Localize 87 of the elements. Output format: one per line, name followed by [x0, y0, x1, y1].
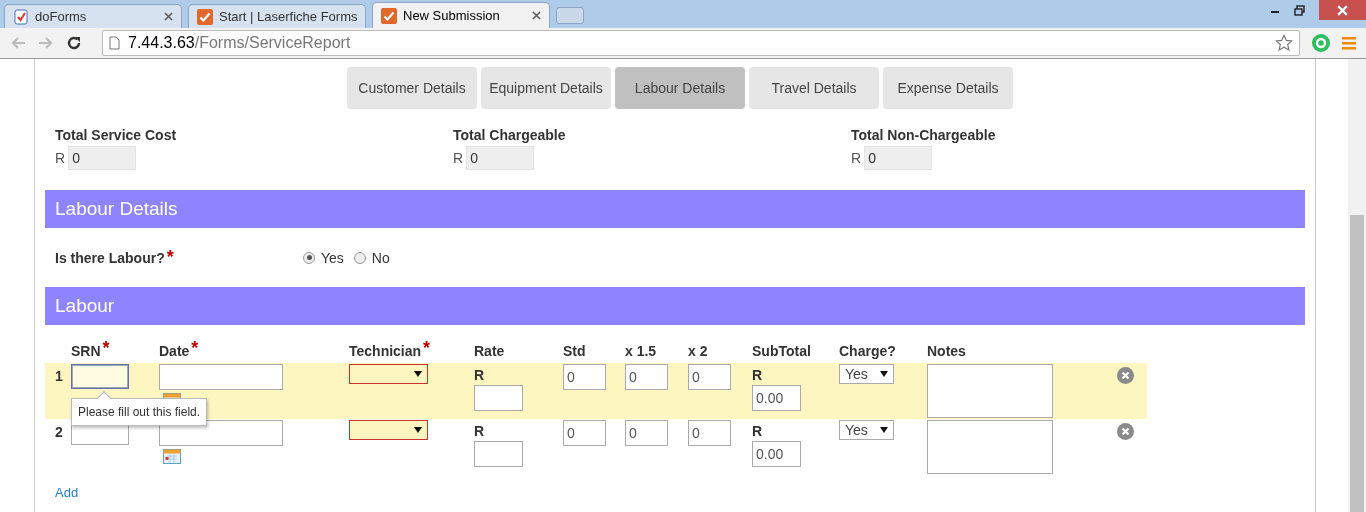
std-field[interactable]: 0 — [563, 420, 606, 446]
notes-field[interactable] — [927, 420, 1053, 474]
total-field: 0 — [68, 146, 137, 170]
column-header: x 2 — [688, 342, 709, 361]
new-tab-button[interactable] — [556, 7, 584, 24]
total-field: 0 — [864, 146, 933, 170]
close-icon[interactable] — [164, 12, 173, 21]
radio-button[interactable] — [353, 251, 366, 264]
subtotal-field: 0.00 — [752, 441, 801, 467]
std-field[interactable]: 0 — [563, 364, 606, 390]
remove-icon[interactable] — [1117, 367, 1134, 384]
charge-dropdown[interactable]: Yes — [839, 364, 894, 384]
checkmark-icon — [197, 8, 213, 25]
scrollbar[interactable] — [1348, 59, 1366, 512]
back-icon[interactable] — [10, 36, 26, 50]
tab-title: Start | Laserfiche Forms — [219, 9, 358, 24]
currency-symbol: R — [474, 422, 485, 441]
total-field: 0 — [466, 146, 535, 170]
total-label: Total Chargeable — [453, 127, 567, 143]
column-header: Rate — [474, 342, 506, 361]
column-header: Std — [563, 342, 587, 361]
caret-icon — [880, 371, 888, 377]
add-link[interactable]: Add — [55, 485, 79, 500]
form-tab[interactable]: Travel Details — [749, 67, 879, 109]
x1-5-field[interactable]: 0 — [625, 420, 668, 446]
browser-tab[interactable]: doForms — [4, 4, 182, 28]
subtotal-field: 0.00 — [752, 385, 801, 411]
scrollbar-thumb[interactable] — [1350, 215, 1364, 512]
currency-symbol: R — [55, 150, 66, 166]
browser-tab[interactable]: Start | Laserfiche Forms — [188, 4, 366, 28]
x1-5-field[interactable]: 0 — [625, 364, 668, 390]
url-text: 7.44.3.63/Forms/ServiceReport — [128, 34, 352, 52]
close-icon — [1337, 4, 1348, 16]
currency-symbol: R — [453, 150, 464, 166]
row-number: 1 — [55, 367, 64, 386]
currency-symbol: R — [752, 422, 763, 441]
form-tab[interactable]: Equipment Details — [481, 67, 611, 109]
tab-title: New Submission — [403, 8, 501, 23]
section-header: Labour — [45, 287, 1305, 325]
input-field[interactable] — [71, 364, 129, 389]
column-header: Notes — [927, 342, 967, 361]
row-number: 2 — [55, 423, 64, 442]
column-header: SubTotal — [752, 342, 812, 361]
section-header: Labour Details — [45, 190, 1305, 228]
radio-label[interactable]: Yes — [321, 249, 344, 266]
menu-icon[interactable] — [1342, 36, 1356, 50]
technician-dropdown[interactable] — [349, 420, 428, 440]
page-icon — [109, 36, 120, 50]
form-tab[interactable]: Labour Details — [615, 67, 745, 109]
restore-icon[interactable] — [1294, 4, 1305, 16]
rate-field[interactable] — [474, 441, 523, 467]
radio-label[interactable]: No — [371, 249, 390, 266]
charge-dropdown[interactable]: Yes — [839, 420, 894, 440]
checkmark-icon — [381, 7, 397, 24]
column-header: x 1.5 — [625, 342, 658, 361]
close-icon[interactable] — [532, 11, 541, 20]
address-bar[interactable]: 7.44.3.63/Forms/ServiceReport — [102, 30, 1300, 56]
total-label: Total Non-Chargeable — [851, 127, 997, 143]
caret-icon — [880, 427, 888, 433]
rate-field[interactable] — [474, 385, 523, 411]
date-field[interactable] — [159, 364, 283, 390]
remove-icon[interactable] — [1117, 423, 1134, 440]
currency-symbol: R — [752, 366, 763, 385]
currency-symbol: R — [474, 366, 485, 385]
caret-icon — [414, 371, 422, 377]
total-label: Total Service Cost — [55, 127, 178, 143]
caret-icon — [414, 427, 422, 433]
technician-dropdown[interactable] — [349, 364, 428, 384]
form-tab[interactable]: Customer Details — [347, 67, 477, 109]
calendar-icon[interactable] — [163, 447, 181, 464]
notes-field[interactable] — [927, 364, 1053, 418]
browser-tab[interactable]: New Submission — [372, 2, 550, 28]
tab-title: doForms — [35, 9, 88, 24]
x2-field[interactable]: 0 — [688, 364, 731, 390]
close-window-button[interactable] — [1319, 0, 1366, 20]
form-tab[interactable]: Expense Details — [883, 67, 1013, 109]
forward-icon[interactable] — [38, 36, 54, 50]
extension-icon[interactable] — [1312, 34, 1330, 52]
column-header: Charge? — [839, 342, 897, 361]
radio-button[interactable] — [303, 251, 315, 264]
x2-field[interactable]: 0 — [688, 420, 731, 446]
checklist-icon — [13, 8, 29, 25]
reload-icon[interactable] — [66, 35, 82, 51]
date-field[interactable] — [159, 420, 283, 446]
star-icon[interactable] — [1275, 34, 1293, 52]
question-label: Is there Labour?* — [55, 247, 175, 268]
currency-symbol: R — [851, 150, 862, 166]
